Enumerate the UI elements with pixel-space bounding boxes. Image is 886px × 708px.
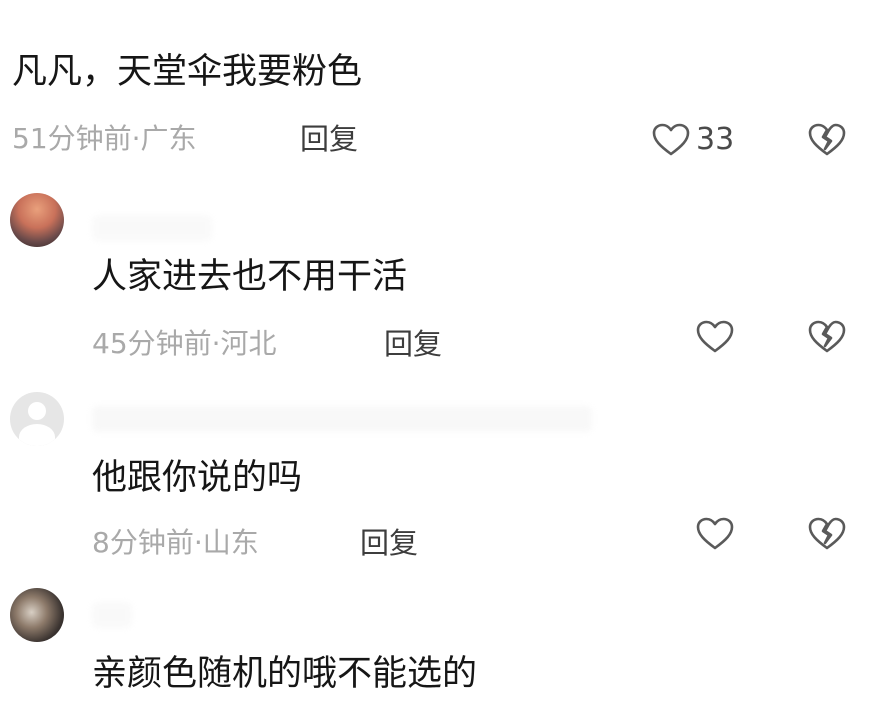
default-avatar-head-icon [28, 402, 46, 420]
comment-item: 亲颜色随机的哦不能选的 [0, 580, 886, 708]
meta-separator: · [131, 122, 141, 155]
dislike-button[interactable] [808, 516, 848, 556]
heart-outline-icon [696, 320, 734, 354]
broken-heart-icon [808, 122, 848, 158]
avatar[interactable] [10, 392, 64, 446]
broken-heart-icon [808, 319, 848, 355]
like-button[interactable]: 33 [652, 120, 734, 160]
comment-region: 广东 [140, 122, 197, 155]
comment-text: 亲颜色随机的哦不能选的 [92, 654, 478, 694]
reply-button[interactable]: 回复 [360, 526, 418, 560]
username-blurred [92, 406, 592, 432]
meta-separator: · [211, 327, 221, 360]
reply-button[interactable]: 回复 [300, 122, 358, 156]
comment-region: 河北 [220, 327, 277, 360]
comment-item: 凡凡，天堂伞我要粉色 51分钟前·广东 回复 33 [0, 0, 886, 185]
comment-time: 51分钟前 [12, 122, 132, 155]
dislike-button[interactable] [808, 122, 848, 162]
comment-text: 他跟你说的吗 [92, 458, 303, 498]
reply-button[interactable]: 回复 [384, 327, 442, 361]
username-blurred [92, 602, 132, 628]
like-count: 33 [696, 122, 735, 157]
comment-item: 人家进去也不用干活 45分钟前·河北 回复 [0, 185, 886, 380]
like-button[interactable] [696, 317, 740, 357]
broken-heart-icon [808, 516, 848, 552]
comment-text: 凡凡，天堂伞我要粉色 [12, 52, 363, 92]
meta-separator: · [193, 526, 203, 559]
heart-outline-icon [696, 517, 734, 551]
avatar[interactable] [10, 588, 64, 642]
comment-time: 45分钟前 [92, 327, 212, 360]
default-avatar-body-icon [19, 424, 55, 446]
username-blurred [92, 215, 212, 241]
comment-meta: 45分钟前·河北 [92, 327, 277, 361]
like-button[interactable] [696, 514, 740, 554]
comment-meta: 8分钟前·山东 [92, 526, 259, 560]
heart-outline-icon [652, 123, 690, 157]
comment-time: 8分钟前 [92, 526, 194, 559]
comment-item: 他跟你说的吗 8分钟前·山东 回复 [0, 380, 886, 580]
comment-meta: 51分钟前·广东 [12, 122, 197, 156]
avatar[interactable] [10, 193, 64, 247]
comment-region: 山东 [202, 526, 259, 559]
dislike-button[interactable] [808, 319, 848, 359]
comment-text: 人家进去也不用干活 [92, 257, 408, 297]
